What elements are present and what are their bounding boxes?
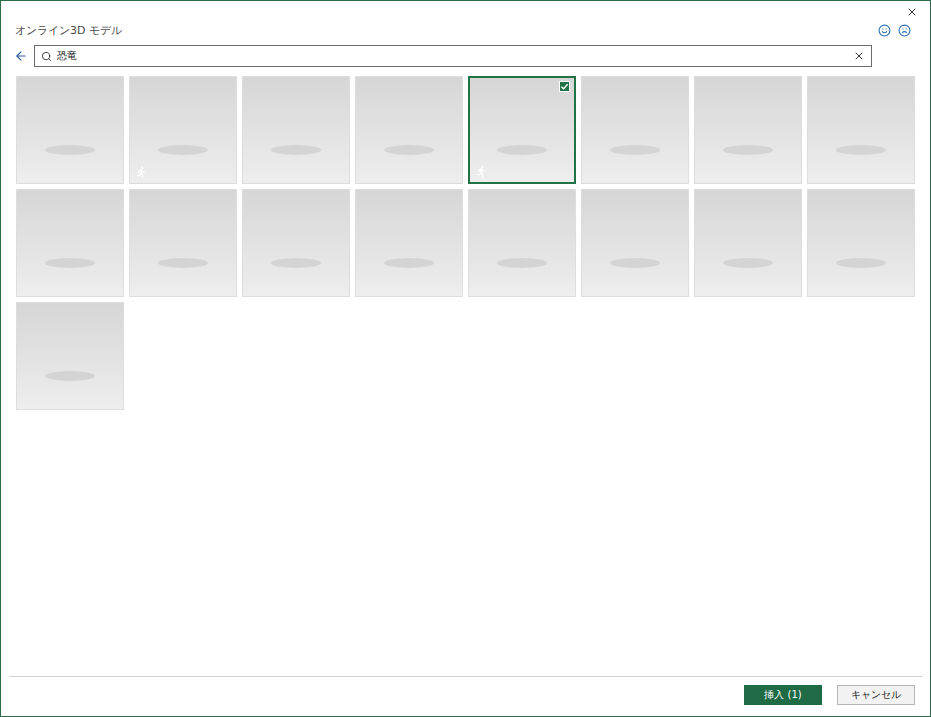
frown-button[interactable] bbox=[898, 24, 911, 37]
frown-icon bbox=[898, 24, 911, 37]
arrow-left-icon bbox=[14, 49, 28, 63]
model-tile[interactable] bbox=[16, 76, 124, 184]
close-button[interactable] bbox=[906, 6, 918, 18]
running-figure-icon bbox=[135, 166, 148, 179]
clear-icon bbox=[853, 50, 865, 62]
model-preview bbox=[723, 145, 773, 155]
model-tile[interactable] bbox=[581, 76, 689, 184]
search-icon bbox=[41, 51, 52, 62]
check-icon bbox=[560, 82, 569, 91]
model-tile[interactable] bbox=[694, 76, 802, 184]
model-preview bbox=[271, 258, 321, 268]
model-preview bbox=[610, 258, 660, 268]
smile-icon bbox=[878, 24, 891, 37]
model-preview bbox=[723, 258, 773, 268]
model-tile[interactable] bbox=[129, 76, 237, 184]
model-tile[interactable] bbox=[581, 189, 689, 297]
results-grid bbox=[1, 67, 930, 676]
model-tile[interactable] bbox=[355, 76, 463, 184]
model-preview bbox=[271, 145, 321, 155]
model-preview bbox=[45, 258, 95, 268]
model-preview bbox=[45, 371, 95, 381]
online-3d-models-dialog: オンライン3D モデル挿入 (1) キャンセル bbox=[0, 0, 931, 717]
running-figure-icon bbox=[475, 165, 488, 178]
model-tile[interactable] bbox=[807, 76, 915, 184]
model-tile[interactable] bbox=[129, 189, 237, 297]
model-preview bbox=[497, 145, 547, 155]
model-tile[interactable] bbox=[468, 76, 576, 184]
footer: 挿入 (1) キャンセル bbox=[9, 676, 922, 716]
close-bar bbox=[1, 1, 930, 19]
selected-checkbox[interactable] bbox=[559, 81, 570, 92]
search-input[interactable] bbox=[57, 49, 848, 64]
model-preview bbox=[45, 145, 95, 155]
model-preview bbox=[610, 145, 660, 155]
dialog-title: オンライン3D モデル bbox=[15, 23, 122, 38]
model-tile[interactable] bbox=[468, 189, 576, 297]
model-preview bbox=[158, 258, 208, 268]
model-preview bbox=[497, 258, 547, 268]
search-row bbox=[1, 39, 930, 67]
animated-badge bbox=[475, 165, 488, 178]
model-preview bbox=[384, 145, 434, 155]
close-icon bbox=[906, 6, 918, 18]
title-row: オンライン3D モデル bbox=[1, 19, 930, 39]
model-tile[interactable] bbox=[16, 189, 124, 297]
animated-badge bbox=[135, 166, 148, 179]
model-preview bbox=[158, 145, 208, 155]
cancel-button[interactable]: キャンセル bbox=[837, 685, 915, 705]
model-preview bbox=[384, 258, 434, 268]
model-tile[interactable] bbox=[16, 302, 124, 410]
insert-button[interactable]: 挿入 (1) bbox=[744, 685, 822, 705]
model-preview bbox=[836, 258, 886, 268]
clear-search-button[interactable] bbox=[853, 50, 865, 62]
search-box bbox=[34, 45, 872, 67]
model-tile[interactable] bbox=[355, 189, 463, 297]
model-tile[interactable] bbox=[242, 76, 350, 184]
back-button[interactable] bbox=[14, 49, 28, 63]
model-tile[interactable] bbox=[807, 189, 915, 297]
model-tile[interactable] bbox=[242, 189, 350, 297]
model-tile[interactable] bbox=[694, 189, 802, 297]
smile-button[interactable] bbox=[878, 24, 891, 37]
feedback bbox=[878, 24, 911, 37]
model-preview bbox=[836, 145, 886, 155]
